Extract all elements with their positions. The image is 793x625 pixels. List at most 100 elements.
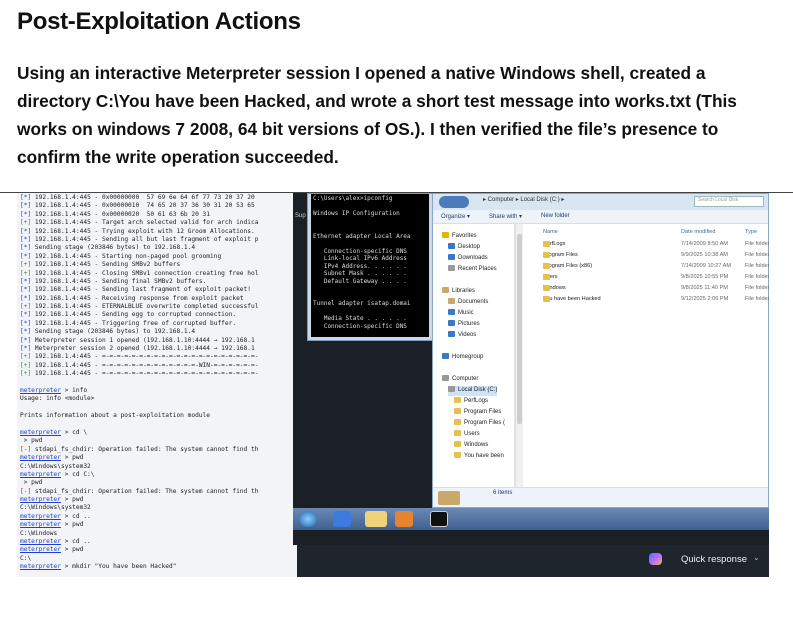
copilot-icon xyxy=(649,553,662,565)
nav-local-disk[interactable]: Local Disk (C:) xyxy=(448,386,498,396)
file-type: File folder xyxy=(745,274,769,280)
computer-icon xyxy=(442,375,449,381)
status-tag: [*] xyxy=(20,319,32,327)
file-date: 9/9/2025 10:38 AM xyxy=(681,252,728,258)
tree-item[interactable]: Program Files ( xyxy=(454,419,505,429)
prompt-label: meterpreter xyxy=(20,428,61,436)
terminal-line: [+] 192.168.1.4:445 - Sending SMBv2 buff… xyxy=(20,261,181,269)
terminal-line: meterpreter > pwd xyxy=(20,454,84,462)
status-tag: [*] xyxy=(20,328,32,336)
file-type: File folder xyxy=(745,263,769,269)
folder-icon xyxy=(543,252,550,258)
nav-homegroup[interactable]: Homegroup xyxy=(442,353,483,363)
tree-item[interactable]: You have been xyxy=(454,452,504,462)
file-row[interactable]: You have been Hacked 9/12/2025 2:06 PM Fil… xyxy=(525,296,769,307)
file-type: File folder xyxy=(745,285,769,291)
nav-downloads[interactable]: Downloads xyxy=(448,254,488,264)
terminal-line: C:\Windows xyxy=(20,529,58,537)
nav-videos[interactable]: Videos xyxy=(448,331,476,341)
cmd-line xyxy=(313,330,427,337)
nav-music[interactable]: Music xyxy=(448,309,474,319)
prompt-label: meterpreter xyxy=(20,521,61,529)
column-name[interactable]: Name xyxy=(543,229,558,235)
nav-recent-places[interactable]: Recent Places xyxy=(448,265,497,275)
terminal-line: [+] 192.168.1.4:445 - =-=-=-=-=-=-=-=-=-… xyxy=(20,361,259,369)
downloads-icon xyxy=(448,254,455,260)
drive-large-icon xyxy=(438,491,460,505)
terminal-line: [+] 192.168.1.4:445 - =-=-=-=-=-=-=-=-=-… xyxy=(20,353,259,361)
nav-documents[interactable]: Documents xyxy=(448,298,488,308)
quick-response-button[interactable]: Quick response ⌄ xyxy=(637,548,767,570)
prompt-label: meterpreter xyxy=(20,538,61,546)
tree-item[interactable]: PerfLogs xyxy=(454,397,488,407)
file-row[interactable]: Program Files (x86) 7/14/2009 10:27 AM Fil… xyxy=(525,263,769,274)
share-with-button[interactable]: Share with ▾ xyxy=(489,213,522,220)
search-input[interactable]: Search Local Disk xyxy=(694,196,764,207)
status-tag: [*] xyxy=(20,210,32,218)
recent-places-icon xyxy=(448,265,455,271)
file-row[interactable]: PerfLogs 7/14/2009 8:50 AM File folder xyxy=(525,241,769,252)
side-label: Sup xyxy=(295,213,306,219)
column-date[interactable]: Date modified xyxy=(681,229,716,235)
file-date: 9/8/2025 10:55 PM xyxy=(681,274,729,280)
breadcrumb[interactable]: ▸ Computer ▸ Local Disk (C:) ▸ xyxy=(483,196,564,203)
terminal-line: [+] 192.168.1.4:445 - Closing SMBv1 conn… xyxy=(20,269,259,277)
nav-libraries[interactable]: Libraries xyxy=(442,287,475,297)
folder-icon xyxy=(543,296,550,302)
folder-icon xyxy=(454,441,461,447)
terminal-line: meterpreter > cd .. xyxy=(20,538,91,546)
internet-explorer-icon[interactable] xyxy=(333,511,351,527)
back-forward-icon[interactable] xyxy=(439,196,469,208)
nav-computer[interactable]: Computer xyxy=(442,375,478,385)
status-tag: [+] xyxy=(20,361,32,369)
music-icon xyxy=(448,309,455,315)
cmd-line: Media State . . . . . . xyxy=(313,315,407,322)
documents-icon xyxy=(448,298,455,304)
nav-pictures[interactable]: Pictures xyxy=(448,320,480,330)
start-button-icon[interactable] xyxy=(299,511,317,527)
error-tag: [-] xyxy=(20,487,32,495)
status-tag: [*] xyxy=(20,336,32,344)
tree-item[interactable]: Program Files xyxy=(454,408,501,418)
status-tag: [*] xyxy=(20,194,32,201)
status-tag: [+] xyxy=(20,269,32,277)
nav-desktop[interactable]: Desktop xyxy=(448,243,480,253)
terminal-line: [*] 192.168.1.4:445 - Sending final SMBv… xyxy=(20,277,207,285)
terminal-line: [*] 192.168.1.4:445 - 0x00000000 57 69 6… xyxy=(20,194,255,201)
file-row[interactable]: Windows 9/8/2025 11:40 PM File folder xyxy=(525,285,769,296)
file-explorer-icon[interactable] xyxy=(365,511,387,527)
terminal-session: meterpreter > info Usage: info <module> Pr… xyxy=(20,387,294,572)
cmd-output: C:\Users\alex>ipconfig Windows IP Configu… xyxy=(311,194,429,337)
cmd-line: Link-local IPv6 Address xyxy=(313,255,407,262)
prompt-label: meterpreter xyxy=(20,512,61,520)
file-date: 7/14/2009 10:27 AM xyxy=(681,263,732,269)
organize-button[interactable]: Organize ▾ xyxy=(441,213,470,220)
nav-scrollbar[interactable] xyxy=(515,224,523,489)
terminal-line: [*] Meterpreter session 1 opened (192.16… xyxy=(20,336,255,344)
media-player-icon[interactable] xyxy=(395,511,413,527)
tree-item[interactable]: Users xyxy=(454,430,480,440)
chevron-down-icon: ⌄ xyxy=(753,553,760,562)
file-row[interactable]: Program Files 9/9/2025 10:38 AM File folde… xyxy=(525,252,769,263)
terminal-line: [*] 192.168.1.4:445 - 0x00000010 74 65 2… xyxy=(20,202,255,210)
file-row[interactable]: Users 9/8/2025 10:55 PM File folder xyxy=(525,274,769,285)
nav-favorites[interactable]: Favorites xyxy=(442,232,477,242)
explorer-window: ▸ Computer ▸ Local Disk (C:) ▸ Search Lo… xyxy=(432,193,769,508)
status-bar: 6 items xyxy=(433,487,768,507)
scroll-thumb[interactable] xyxy=(517,234,522,424)
status-tag: [+] xyxy=(20,370,32,378)
cmd-line xyxy=(313,218,427,226)
terminal-line: [*] Sending stage (203846 bytes) to 192.… xyxy=(20,328,196,336)
terminal-line: [-] stdapi_fs_chdir: Operation failed: T… xyxy=(20,445,259,453)
tree-item[interactable]: Windows xyxy=(454,441,488,451)
prompt-label: meterpreter xyxy=(20,496,61,504)
prompt-label: meterpreter xyxy=(20,563,61,571)
folder-icon xyxy=(454,397,461,403)
terminal-line: [+] 192.168.1.4:445 - =-=-=-=-=-=-=-=-=-… xyxy=(20,370,259,378)
page-title: Post-Exploitation Actions xyxy=(17,8,301,35)
terminal-line: meterpreter > pwd xyxy=(20,521,84,529)
prompt-label: meterpreter xyxy=(20,454,61,462)
command-prompt-icon[interactable] xyxy=(430,511,448,527)
new-folder-button[interactable]: New folder xyxy=(541,213,570,219)
column-type[interactable]: Type xyxy=(745,229,757,235)
